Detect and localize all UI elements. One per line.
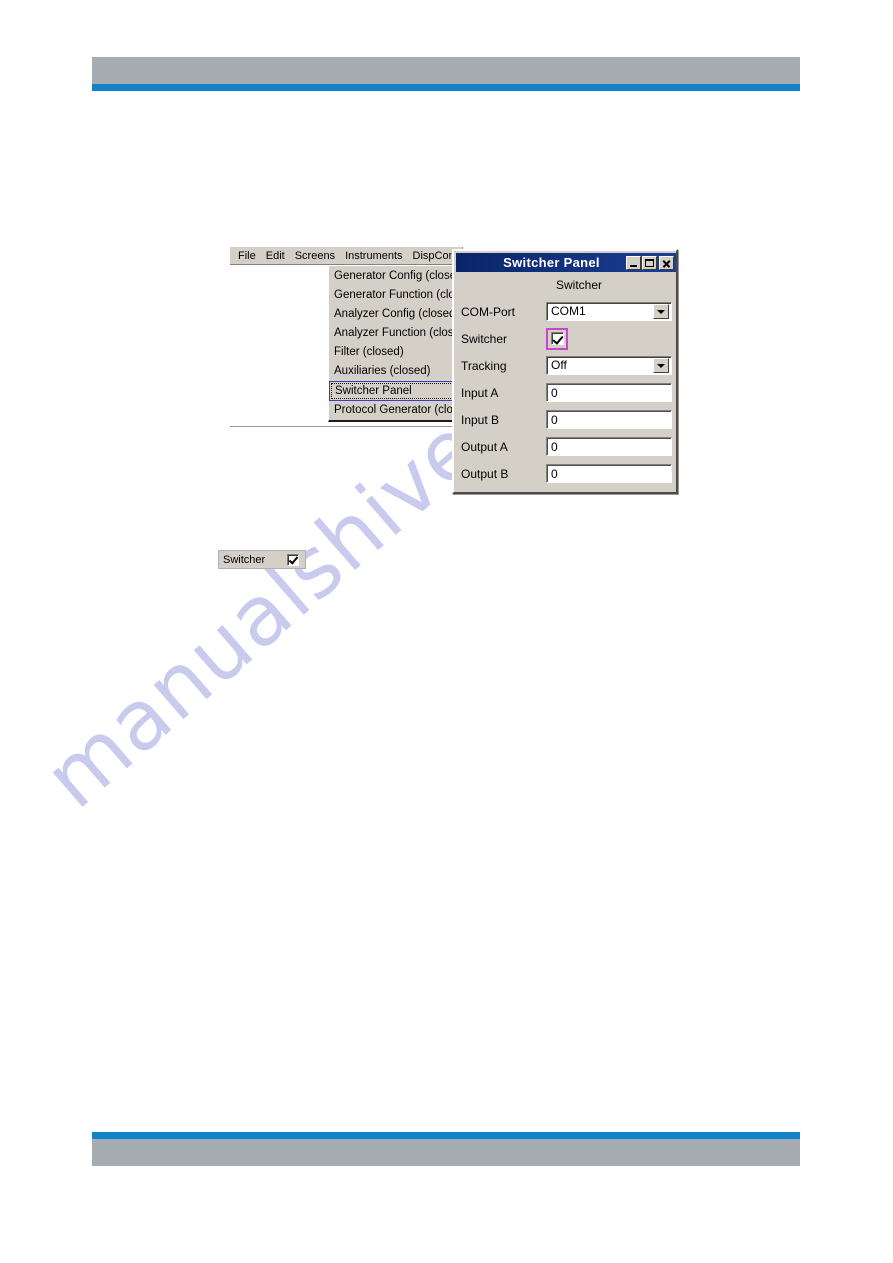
field-row-output-b: Output B 0 [458, 460, 672, 487]
field-row-output-a: Output A 0 [458, 433, 672, 460]
minimize-icon[interactable] [626, 255, 641, 270]
output-a-label: Output A [461, 439, 508, 454]
input-a-field[interactable]: 0 [546, 383, 672, 402]
output-a-field[interactable]: 0 [546, 437, 672, 456]
field-row-com-port: COM-Port COM1 [458, 298, 672, 325]
tracking-value: Off [551, 358, 567, 372]
chevron-down-icon[interactable] [653, 304, 669, 319]
instruments-dropdown-menu: Generator Config (closed) Generator Func… [328, 265, 458, 422]
input-a-label: Input A [461, 385, 499, 400]
dialog-body: Switcher COM-Port COM1 Switcher Tracking… [458, 274, 672, 488]
switcher-panel-dialog: Switcher Panel Switcher COM-Port COM1 Sw… [452, 249, 678, 494]
menu-item-switcher-panel[interactable]: Switcher Panel [329, 381, 457, 401]
menubar-item-screens[interactable]: Screens [290, 248, 340, 264]
input-b-field[interactable]: 0 [546, 410, 672, 429]
tracking-select[interactable]: Off [546, 356, 672, 375]
menu-item-generator-function[interactable]: Generator Function (closed) [329, 286, 457, 305]
output-b-label: Output B [461, 466, 509, 481]
switcher-checkbox-highlight [546, 327, 568, 350]
switcher-checkbox[interactable] [550, 332, 564, 345]
output-b-field[interactable]: 0 [546, 464, 672, 483]
menu-item-analyzer-function[interactable]: Analyzer Function (closed) [329, 324, 457, 343]
input-b-label: Input B [461, 412, 500, 427]
menubar-item-instruments[interactable]: Instruments [340, 248, 407, 264]
close-icon[interactable] [659, 255, 674, 270]
menu-item-generator-config[interactable]: Generator Config (closed) [329, 267, 457, 286]
chevron-down-icon[interactable] [653, 358, 669, 373]
com-port-select[interactable]: COM1 [546, 302, 672, 321]
maximize-icon[interactable] [642, 255, 657, 270]
switcher-checkbox-snippet: Switcher [218, 550, 306, 569]
menu-item-auxiliaries[interactable]: Auxiliaries (closed) [329, 362, 457, 381]
switcher-group-label: Switcher [555, 278, 602, 292]
menubar: File Edit Screens Instruments DispConfig [230, 247, 462, 265]
field-row-input-a: Input A 0 [458, 379, 672, 406]
com-port-value: COM1 [551, 304, 586, 318]
field-row-switcher: Switcher [458, 325, 672, 352]
tracking-label: Tracking [461, 358, 507, 373]
menubar-item-file[interactable]: File [233, 248, 261, 264]
dialog-title: Switcher Panel [503, 255, 600, 270]
menu-item-protocol-generator[interactable]: Protocol Generator (closed) [329, 401, 457, 420]
screenshot-figure: File Edit Screens Instruments DispConfig… [0, 0, 893, 1263]
com-port-label: COM-Port [461, 304, 515, 319]
snippet-switcher-label: Switcher [223, 553, 266, 566]
field-row-input-b: Input B 0 [458, 406, 672, 433]
switcher-label: Switcher [461, 331, 508, 346]
menubar-item-edit[interactable]: Edit [261, 248, 290, 264]
dialog-titlebar[interactable]: Switcher Panel [456, 253, 676, 272]
snippet-switcher-checkbox[interactable] [287, 553, 299, 566]
field-row-tracking: Tracking Off [458, 352, 672, 379]
menu-item-filter[interactable]: Filter (closed) [329, 343, 457, 362]
menu-item-analyzer-config[interactable]: Analyzer Config (closed) [329, 305, 457, 324]
